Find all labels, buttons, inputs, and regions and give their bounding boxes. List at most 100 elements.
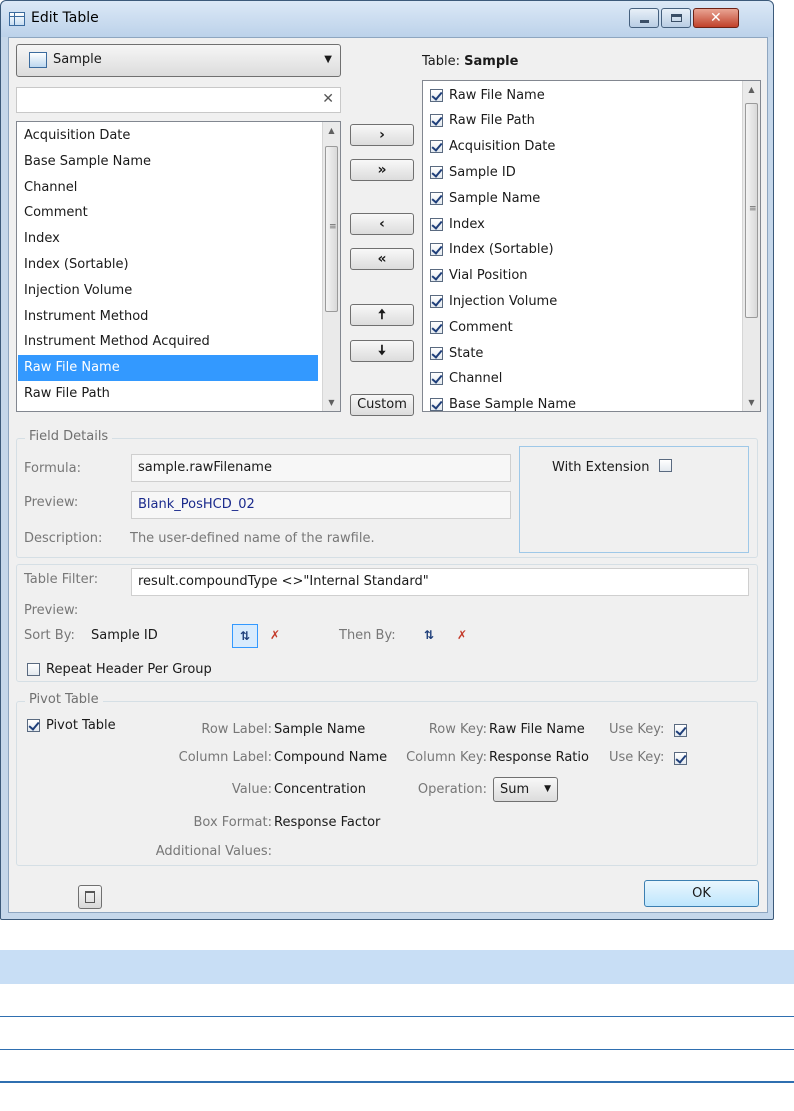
scroll-down-icon[interactable]: ▼ (743, 394, 760, 411)
dialog-body: Sample ▼ ✕ Acquisition Date Base Sample N… (8, 37, 768, 913)
column-checkbox[interactable] (430, 114, 443, 128)
scrollbar[interactable]: ▲ ≡ ▼ (322, 122, 340, 411)
delete-button[interactable] (78, 885, 102, 909)
column-checkbox[interactable] (430, 140, 443, 154)
column-label-value: Compound Name (274, 750, 388, 765)
field-search-input[interactable]: ✕ (16, 87, 341, 113)
preview-field: Blank_PosHCD_02 (131, 491, 511, 519)
table-column-item[interactable]: Index (430, 211, 485, 237)
table-column-item[interactable]: Index (Sortable) (430, 237, 554, 263)
table-column-item[interactable]: Injection Volume (430, 288, 557, 314)
pivot-table-title: Pivot Table (25, 692, 103, 707)
row-use-key-checkbox[interactable] (674, 724, 687, 737)
table-column-item[interactable]: Raw File Name (430, 82, 545, 108)
table-column-item[interactable]: State (430, 340, 483, 366)
operation-value: Sum (500, 782, 530, 797)
column-checkbox[interactable] (430, 269, 443, 283)
repeat-header-row[interactable]: Repeat Header Per Group (27, 656, 212, 682)
edit-table-window: Edit Table ✕ Sample ▼ ✕ Acquisition Date… (0, 0, 774, 920)
close-button[interactable]: ✕ (693, 8, 739, 28)
column-label: Base Sample Name (449, 397, 577, 412)
preview-label: Preview: (24, 495, 79, 510)
table-column-item[interactable]: Sample Name (430, 185, 540, 211)
title-bar[interactable]: Edit Table ✕ (1, 1, 773, 37)
table-column-item[interactable]: Base Sample Name (430, 392, 577, 412)
scroll-thumb[interactable]: ≡ (745, 103, 758, 318)
available-fields-list[interactable]: Acquisition Date Base Sample Name Channel C… (16, 121, 341, 412)
table-column-item[interactable]: Channel (430, 366, 502, 392)
maximize-icon (671, 14, 682, 22)
arrow-up-icon: 🠅 (378, 307, 386, 323)
column-checkbox[interactable] (430, 191, 443, 205)
maximize-button[interactable] (661, 8, 691, 28)
list-item[interactable]: Channel (18, 175, 318, 201)
list-item[interactable]: Injection Volume (18, 278, 318, 304)
column-label: Sample ID (449, 164, 516, 180)
move-down-button[interactable]: 🠇 (350, 340, 414, 362)
move-all-right-button[interactable]: » (350, 159, 414, 181)
list-item[interactable]: Base Sample Name (18, 149, 318, 175)
sort-ascending-icon[interactable]: ⇅ (232, 624, 258, 648)
pivot-table-checkbox[interactable] (27, 718, 40, 732)
clear-icon[interactable]: ✕ (322, 91, 334, 107)
column-checkbox[interactable] (430, 398, 443, 411)
column-checkbox[interactable] (430, 88, 443, 102)
list-item[interactable]: Index (Sortable) (18, 252, 318, 278)
row-label-value: Sample Name (274, 722, 366, 737)
column-checkbox[interactable] (430, 320, 443, 334)
column-checkbox[interactable] (430, 165, 443, 179)
move-up-button[interactable]: 🠅 (350, 304, 414, 326)
column-checkbox[interactable] (430, 346, 443, 360)
scroll-up-icon[interactable]: ▲ (743, 81, 760, 98)
table-column-item[interactable]: Acquisition Date (430, 134, 555, 160)
list-item[interactable]: Instrument Method (18, 304, 318, 330)
list-item[interactable]: Raw File Path (18, 381, 318, 407)
move-right-button[interactable]: › (350, 124, 414, 146)
repeat-header-checkbox[interactable] (27, 662, 40, 676)
table-column-item[interactable]: Raw File Path (430, 108, 535, 134)
column-checkbox[interactable] (430, 294, 443, 308)
scroll-thumb[interactable]: ≡ (325, 146, 338, 312)
description-value: The user-defined name of the rawfile. (130, 531, 375, 546)
row-label-label: Row Label: (201, 722, 272, 737)
table-column-item[interactable]: Comment (430, 314, 513, 340)
minimize-button[interactable] (629, 8, 659, 28)
formula-field[interactable]: sample.rawFilename (131, 454, 511, 482)
table-columns-list[interactable]: Raw File Name Raw File Path Acquisition Da… (422, 80, 761, 412)
column-use-key-label: Use Key: (609, 750, 665, 765)
grip-icon: ≡ (749, 204, 757, 214)
source-table-select[interactable]: Sample ▼ (16, 44, 341, 77)
column-checkbox[interactable] (430, 372, 443, 386)
scroll-down-icon[interactable]: ▼ (323, 394, 340, 411)
value-label: Value: (231, 782, 272, 797)
clear-sort-icon[interactable]: ✗ (262, 624, 288, 648)
custom-button[interactable]: Custom (350, 394, 414, 416)
box-format-label: Box Format: (193, 815, 273, 830)
list-item[interactable]: Raw File Name (18, 355, 318, 382)
row-key-value: Raw File Name (489, 722, 585, 737)
column-use-key-checkbox[interactable] (674, 752, 687, 765)
move-all-left-button[interactable]: « (350, 248, 414, 270)
with-extension-checkbox[interactable] (659, 459, 672, 472)
list-item[interactable]: Instrument Method Acquired (18, 329, 318, 355)
then-clear-sort-icon[interactable]: ✗ (449, 624, 475, 648)
operation-select[interactable]: Sum ▼ (493, 777, 558, 802)
scrollbar[interactable]: ▲ ≡ ▼ (742, 81, 760, 411)
table-row (0, 984, 794, 1017)
minimize-icon (640, 20, 649, 23)
ok-button[interactable]: OK (644, 880, 759, 907)
pivot-table-row[interactable]: Pivot Table (27, 712, 116, 738)
column-checkbox[interactable] (430, 243, 443, 257)
move-left-button[interactable]: ‹ (350, 213, 414, 235)
column-label: Index (Sortable) (449, 242, 554, 258)
table-column-item[interactable]: Vial Position (430, 263, 528, 289)
list-item[interactable]: Acquisition Date (18, 123, 318, 149)
table-filter-input[interactable]: result.compoundType <>"Internal Standard… (131, 568, 749, 596)
window-title: Edit Table (31, 10, 99, 26)
column-checkbox[interactable] (430, 217, 443, 231)
then-sort-ascending-icon[interactable]: ⇅ (416, 624, 442, 648)
table-column-item[interactable]: Sample ID (430, 159, 516, 185)
scroll-up-icon[interactable]: ▲ (323, 122, 340, 139)
list-item[interactable]: Comment (18, 200, 318, 226)
list-item[interactable]: Index (18, 226, 318, 252)
